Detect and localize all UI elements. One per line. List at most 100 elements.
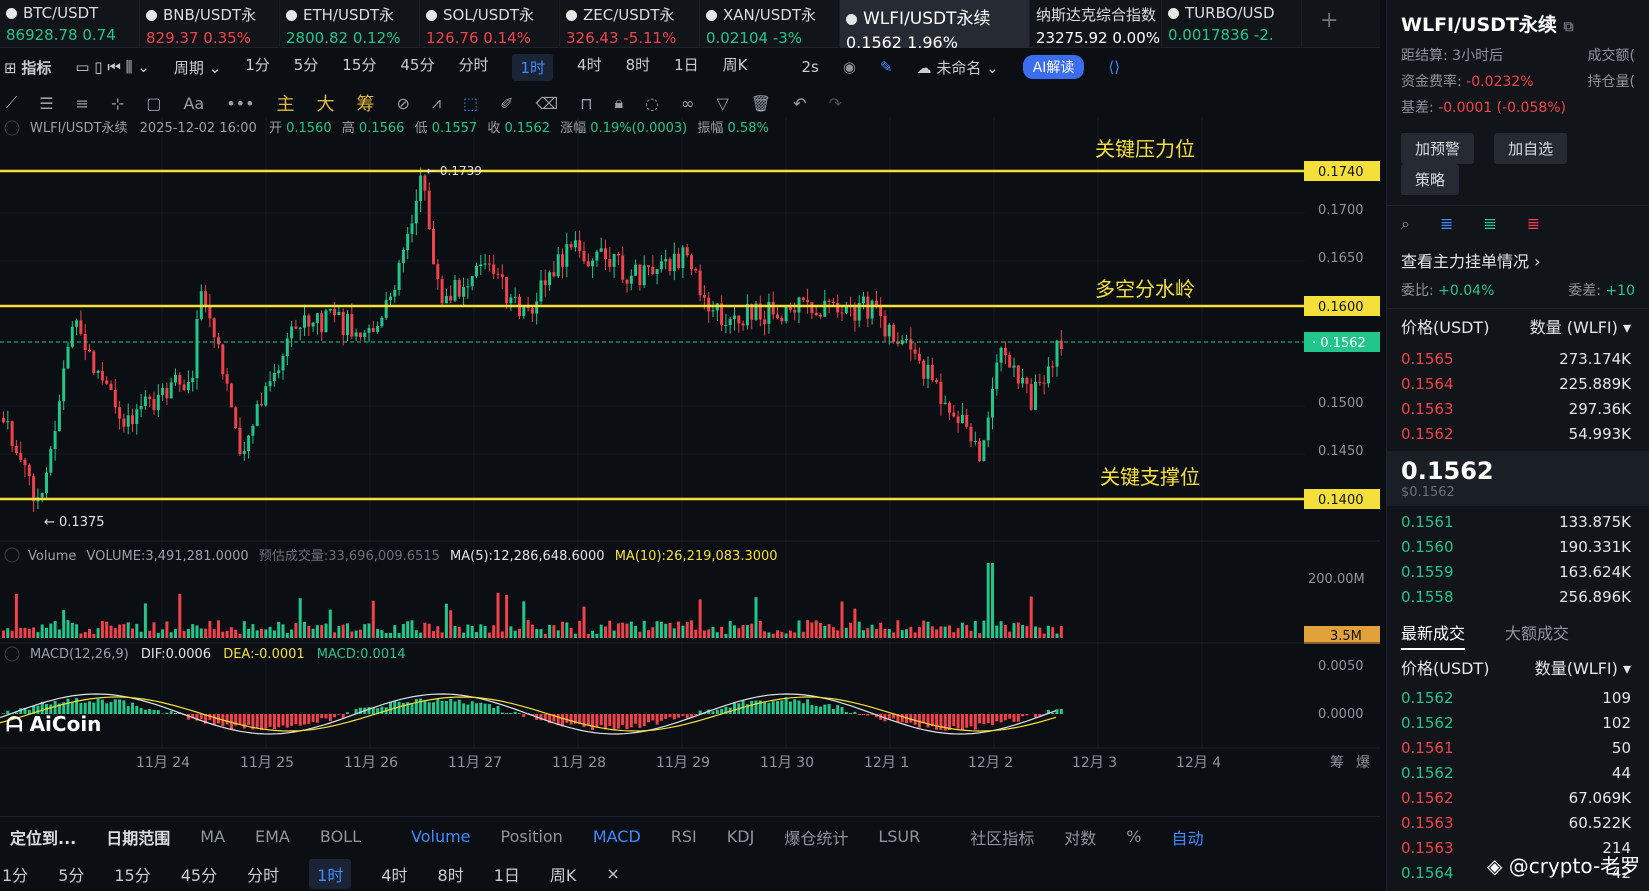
orderbook-row[interactable]: 0.1563 297.36K	[1387, 397, 1649, 422]
chips-button[interactable]: 筹	[357, 90, 375, 116]
qty-col-header[interactable]: 数量 (WLFI) ▾	[1530, 309, 1631, 347]
ticker-tab[interactable]: BTC/USDT 86928.78 0.74	[0, 0, 140, 48]
resistance-annotation[interactable]: 关键压力位	[1095, 137, 1195, 161]
bottom-timeframe[interactable]: 45分	[181, 862, 217, 886]
layout-name-button[interactable]: ☁ 未命名 ⌄	[917, 57, 999, 78]
bottom-timeframe[interactable]: 4时	[381, 862, 407, 886]
ruler-icon[interactable]: ⊘	[397, 94, 410, 113]
layout-icon[interactable]: ▭ ▯ ⏮ ⫼ ⌄	[75, 58, 149, 76]
strategy-button[interactable]: 策略	[1401, 164, 1460, 195]
orderbook-row[interactable]: 0.1565 273.174K	[1387, 347, 1649, 372]
delete-icon[interactable]: 🗑︎	[751, 94, 771, 113]
filter-icon[interactable]: ▽	[716, 94, 728, 113]
ticker-tab[interactable]: SOL/USDT永 126.76 0.14%	[420, 0, 560, 48]
ticker-tab[interactable]: XAN/USDT永 0.02104 -3%	[700, 0, 840, 48]
timeframe-option[interactable]: 1分	[245, 54, 270, 81]
ticker-tab[interactable]: ETH/USDT永 2800.82 0.12%	[280, 0, 420, 48]
more-icon[interactable]: •••	[226, 94, 254, 113]
timeframe-option[interactable]: 8时	[626, 54, 651, 81]
add-alert-button[interactable]: 加预警	[1401, 133, 1475, 164]
book-view-icon[interactable]: ⌕	[1401, 214, 1410, 234]
timeframe-option[interactable]: 1时	[512, 53, 554, 81]
undo-icon[interactable]: ↶	[793, 94, 806, 113]
collapse-icon[interactable]	[4, 120, 20, 136]
indicator-option[interactable]: 自动	[1171, 825, 1203, 849]
timeframe-option[interactable]: 5分	[294, 54, 319, 81]
orderbook-row[interactable]: 0.1558 256.896K	[1387, 585, 1649, 610]
trendline-icon[interactable]: ⟋	[6, 93, 17, 113]
candlestick-chart[interactable]: WLFI/USDT永续 2025-12-02 16:00 开 0.1560 高 …	[0, 118, 1380, 790]
parallel-icon[interactable]: ≡	[76, 94, 89, 113]
brush-icon[interactable]: ✐	[500, 94, 513, 113]
indicator-option[interactable]: %	[1126, 827, 1141, 846]
bottom-timeframe[interactable]: 5分	[58, 862, 84, 886]
macd-collapse-icon[interactable]	[4, 646, 20, 662]
timeframe-option[interactable]: 4时	[577, 54, 602, 81]
pen-icon[interactable]: ✎	[880, 58, 893, 76]
text-icon[interactable]: Aa	[183, 94, 204, 113]
bottom-timeframe[interactable]: 分时	[247, 862, 279, 886]
main-force-button[interactable]: 主	[277, 90, 295, 116]
book-link[interactable]: 查看主力挂单情况 ›	[1387, 242, 1649, 278]
bottom-timeframe[interactable]: ×	[606, 864, 619, 883]
bottom-timeframe[interactable]: 1分	[2, 862, 28, 886]
big-order-button[interactable]: 大	[317, 90, 335, 116]
trade-qty-col-button[interactable]: 数量(WLFI) ▾	[1535, 652, 1631, 686]
bottom-timeframe[interactable]: 15分	[114, 862, 150, 886]
indicator-option[interactable]: KDJ	[727, 827, 755, 846]
add-tab-button[interactable]: +	[1302, 0, 1338, 47]
cross-icon[interactable]: ⊹	[111, 94, 124, 113]
link-icon[interactable]: ∞	[681, 94, 694, 113]
ticker-tab[interactable]: TURBO/USD 0.0017836 -2.	[1162, 0, 1302, 48]
indicator-option[interactable]: RSI	[671, 827, 697, 846]
rect-icon[interactable]: ▢	[146, 94, 161, 113]
ticker-tab[interactable]: ZEC/USDT永 326.43 -5.11%	[560, 0, 700, 48]
support-annotation[interactable]: 关键支撑位	[1100, 465, 1200, 489]
indicator-option[interactable]: 对数	[1064, 825, 1096, 849]
indicator-option[interactable]: LSUR	[878, 827, 920, 846]
liquidation-corner-label[interactable]: 爆	[1356, 755, 1370, 771]
indicator-option[interactable]: 爆仓统计	[784, 825, 848, 849]
camera-icon[interactable]: ◉	[843, 58, 856, 76]
book-bids-icon[interactable]: ≣	[1483, 214, 1496, 234]
indicator-option[interactable]: 定位到...	[10, 825, 76, 849]
timeframe-option[interactable]: 周K	[723, 54, 748, 81]
indicator-option[interactable]: MA	[200, 827, 225, 846]
bottom-timeframe[interactable]: 周K	[550, 862, 577, 886]
magnet-icon[interactable]: ⊓	[580, 94, 592, 113]
indicator-option[interactable]: 日期范围	[106, 825, 170, 849]
bottom-timeframe[interactable]: 1日	[494, 862, 520, 886]
ticker-tab[interactable]: 纳斯达克综合指数 23275.92 0.00%	[1030, 0, 1162, 48]
orderbook-row[interactable]: 0.1559 163.624K	[1387, 560, 1649, 585]
copy-icon[interactable]: ⧉	[1564, 19, 1574, 35]
timeframe-option[interactable]: 分时	[458, 54, 488, 81]
indicator-option[interactable]: MACD	[593, 827, 641, 846]
select-icon[interactable]: ⬚	[463, 94, 478, 113]
lock-icon[interactable]: 🔒︎	[615, 93, 624, 113]
redo-icon[interactable]: ↷	[828, 94, 841, 113]
volume-collapse-icon[interactable]	[4, 547, 20, 563]
pivot-annotation[interactable]: 多空分水岭	[1095, 277, 1195, 301]
add-watchlist-button[interactable]: 加自选	[1494, 133, 1568, 164]
orderbook-row[interactable]: 0.1561 133.875K	[1387, 510, 1649, 535]
share-icon[interactable]: ⟨⟩	[1108, 58, 1120, 76]
large-trades-tab[interactable]: 大额成交	[1505, 620, 1569, 652]
book-both-icon[interactable]: ≣	[1440, 214, 1453, 234]
eraser-icon[interactable]: ⌫	[536, 94, 559, 113]
chips-corner-label[interactable]: 筹	[1330, 754, 1344, 771]
orderbook-row[interactable]: 0.1562 54.993K	[1387, 422, 1649, 447]
ticker-tab[interactable]: BNB/USDT永 829.37 0.35%	[140, 0, 280, 48]
ai-interpret-button[interactable]: AI解读	[1022, 55, 1085, 79]
indicator-option[interactable]: EMA	[255, 827, 290, 846]
visibility-icon[interactable]: ◌	[645, 94, 659, 113]
timeframe-option[interactable]: 45分	[400, 54, 434, 81]
bottom-timeframe[interactable]: 8时	[438, 862, 464, 886]
latest-trades-tab[interactable]: 最新成交	[1401, 620, 1466, 650]
orderbook-row[interactable]: 0.1564 225.889K	[1387, 372, 1649, 397]
bottom-timeframe[interactable]: 1时	[309, 858, 352, 889]
indicator-option[interactable]: BOLL	[320, 827, 361, 846]
timeframe-option[interactable]: 15分	[342, 54, 376, 81]
indicator-option[interactable]: Volume	[411, 827, 471, 846]
timeframe-option[interactable]: 1日	[674, 54, 699, 81]
ticker-tab[interactable]: WLFI/USDT永续 0.1562 1.96%	[840, 0, 1030, 48]
